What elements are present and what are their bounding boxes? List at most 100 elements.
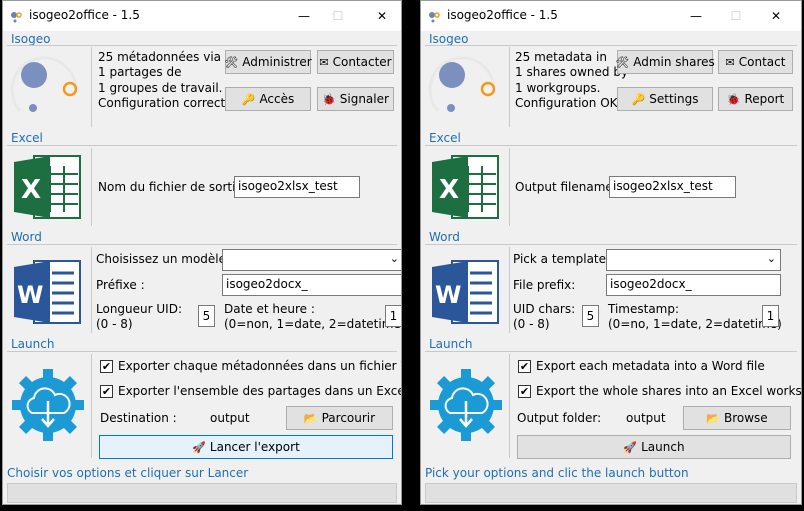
isogeo-logo [428, 56, 496, 112]
timestamp-spinbox[interactable]: 1 [385, 305, 401, 327]
divider [425, 45, 797, 46]
divider [425, 244, 797, 245]
launch-button[interactable]: 🚀 Launch [517, 435, 791, 459]
app-icon [11, 12, 22, 23]
report-button-label: Report [744, 92, 785, 106]
output-filename-input[interactable]: isogeo2xlsx_test [234, 176, 360, 198]
tools-icon: 🛠 [615, 55, 630, 69]
app-icon [429, 12, 440, 23]
close-button[interactable]: ✕ [367, 5, 397, 27]
divider [425, 145, 797, 146]
section-label-isogeo: Isogeo [11, 32, 51, 46]
window-title: isogeo2office - 1.5 [29, 8, 140, 22]
output-folder-value: output [626, 411, 666, 425]
close-button[interactable]: ✕ [761, 5, 791, 27]
isogeo-logo [10, 56, 78, 112]
chevron-down-icon: ⌄ [766, 252, 776, 265]
status-bar [425, 483, 797, 503]
uid-hint: (0 - 8) [96, 317, 133, 331]
browse-button[interactable]: 📂 Browse [683, 406, 791, 430]
folder-icon: 📂 [706, 411, 720, 425]
timestamp-hint: (0=no, 1=date, 2=datetime) [608, 317, 782, 331]
section-label-isogeo: Isogeo [429, 32, 469, 46]
export-excel-checkbox[interactable]: ✔ [100, 385, 113, 398]
title-bar[interactable]: isogeo2office - 1.5 — ☐ ✕ [3, 1, 401, 31]
admin-button[interactable]: 🛠 Admin shares [615, 50, 715, 74]
destination-label: Destination : [100, 411, 177, 425]
divider [91, 354, 92, 458]
export-word-label: Exporter chaque métadonnées dans un fich… [118, 359, 402, 373]
browse-button-label: Browse [724, 411, 768, 425]
timestamp-hint: (0=non, 1=date, 2=datetime) [224, 317, 402, 331]
rocket-icon: 🚀 [192, 440, 206, 454]
output-filename-input[interactable]: isogeo2xlsx_test [609, 176, 736, 198]
maximize-button[interactable]: ☐ [323, 5, 353, 27]
window-french: isogeo2office - 1.5 — ☐ ✕ Isogeo 25 méta… [2, 0, 402, 505]
envelope-icon: ✉ [319, 55, 329, 69]
isogeo-info-config: Configuration OK. [515, 96, 622, 110]
minimize-button[interactable]: — [289, 5, 319, 27]
divider [91, 148, 92, 226]
template-select[interactable]: ⌄ [222, 249, 401, 271]
uid-label: UID chars: [513, 302, 576, 316]
status-message: Pick your options and clic the launch bu… [425, 466, 689, 480]
divider [7, 351, 397, 352]
uid-length-spinbox[interactable]: 5 [198, 305, 215, 327]
divider [7, 45, 397, 46]
browse-button-label: Parcourir [321, 411, 376, 425]
contact-button[interactable]: ✉ Contact [718, 50, 793, 74]
export-word-label: Export each metadata into a Word file [536, 359, 765, 373]
status-bar [7, 483, 397, 503]
access-button[interactable]: 🔑 Accès [225, 87, 311, 111]
isogeo-info-config: Configuration correcte. [98, 96, 237, 110]
bug-icon: 🐞 [726, 92, 741, 106]
isogeo-info-metadata: 25 métadonnées via [98, 50, 222, 64]
minimize-button[interactable]: — [681, 5, 711, 27]
contact-button[interactable]: ✉ Contacter [317, 50, 394, 74]
report-button[interactable]: 🐞 Signaler [317, 87, 394, 111]
prefix-input[interactable]: isogeo2docx_ [606, 274, 781, 296]
settings-button-label: Settings [649, 92, 699, 106]
section-label-word: Word [11, 230, 42, 244]
export-word-checkbox[interactable]: ✔ [100, 360, 113, 373]
template-select[interactable]: ⌄ [606, 249, 781, 271]
launch-button-label: Lancer l'export [209, 440, 300, 454]
divider [91, 47, 92, 127]
isogeo-info-shares: 1 shares owned by [515, 65, 629, 79]
report-button[interactable]: 🐞 Report [718, 87, 793, 111]
timestamp-label: Timestamp: [608, 302, 680, 316]
prefix-input[interactable]: isogeo2docx_ [222, 274, 401, 296]
title-bar[interactable]: isogeo2office - 1.5 — ☐ ✕ [421, 1, 801, 31]
section-label-launch: Launch [429, 337, 473, 351]
bug-icon: 🐞 [322, 92, 336, 106]
divider [425, 351, 797, 352]
timestamp-spinbox[interactable]: 1 [762, 305, 779, 327]
launch-button[interactable]: 🚀 Lancer l'export [99, 435, 393, 459]
admin-button[interactable]: 🛠 Administrer [224, 50, 312, 74]
excel-icon: X [14, 155, 81, 219]
browse-button[interactable]: 📂 Parcourir [286, 406, 393, 430]
destination-value: output [210, 411, 250, 425]
key-icon: 🔑 [241, 92, 256, 106]
contact-button-label: Contact [738, 55, 786, 69]
settings-button[interactable]: 🔑 Settings [617, 87, 713, 111]
export-word-checkbox[interactable]: ✔ [518, 360, 531, 373]
admin-button-label: Administrer [242, 55, 312, 69]
output-filename-label: Nom du fichier de sortie : [98, 180, 251, 194]
maximize-button[interactable]: ☐ [721, 5, 751, 27]
divider [7, 145, 397, 146]
export-excel-checkbox[interactable]: ✔ [518, 385, 531, 398]
word-icon: W [14, 260, 81, 324]
cloud-download-gear-icon [12, 369, 84, 441]
window-english: isogeo2office - 1.5 — ☐ ✕ Isogeo 25 meta… [420, 0, 802, 505]
status-message: Choisir vos options et cliquer sur Lance… [7, 466, 249, 480]
window-title: isogeo2office - 1.5 [447, 8, 558, 22]
uid-hint: (0 - 8) [513, 317, 550, 331]
admin-button-label: Admin shares [633, 55, 715, 69]
isogeo-info-shares: 1 partages de [98, 65, 182, 79]
uid-length-spinbox[interactable]: 5 [582, 305, 599, 327]
cloud-download-gear-icon [430, 369, 502, 441]
divider [7, 244, 397, 245]
divider [509, 247, 510, 333]
prefix-label: Préfixe : [96, 278, 145, 292]
